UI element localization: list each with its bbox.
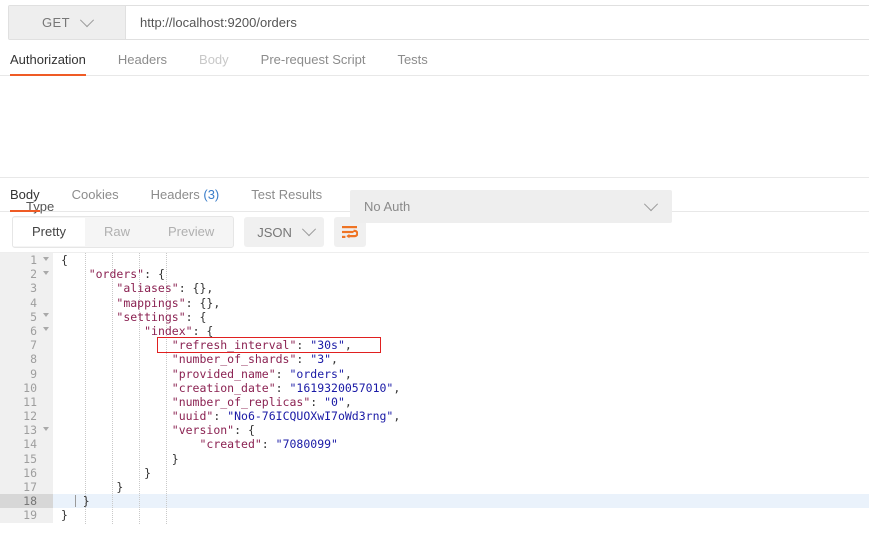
- code-lines: 1{2 "orders": {3 "aliases": {}, 4 "mappin…: [0, 253, 869, 523]
- code-line[interactable]: 10 "creation_date": "1619320057010",: [0, 380, 869, 395]
- line-number: 14: [0, 437, 53, 452]
- response-tab-cookies[interactable]: Cookies: [72, 187, 119, 211]
- line-number: 7: [0, 338, 53, 353]
- code-text: {: [61, 253, 68, 267]
- chevron-down-icon: [301, 222, 316, 237]
- view-mode-pretty[interactable]: Pretty: [13, 218, 85, 246]
- line-number: 19: [0, 508, 53, 523]
- auth-type-value: No Auth: [364, 199, 411, 214]
- tab-body[interactable]: Body: [199, 52, 229, 75]
- response-tab-body[interactable]: Body: [10, 187, 40, 212]
- code-text: "creation_date": "1619320057010",: [171, 380, 401, 395]
- code-line[interactable]: 11 "number_of_replicas": "0",: [0, 394, 869, 410]
- request-row: GET http://localhost:9200/orders: [8, 5, 869, 40]
- code-line[interactable]: 8 "number_of_shards": "3",: [0, 352, 869, 367]
- code-line[interactable]: 9 "provided_name": "orders",: [0, 366, 869, 381]
- code-text: "uuid": "No6-76ICQUOXwI7oWd3rng",: [171, 409, 401, 424]
- line-number: 8: [0, 352, 53, 367]
- http-method-label: GET: [42, 15, 70, 30]
- auth-type-dropdown[interactable]: No Auth: [350, 190, 672, 223]
- fold-triangle-icon[interactable]: [43, 313, 49, 318]
- line-number: 12: [0, 409, 53, 424]
- response-format-dropdown[interactable]: JSON: [244, 217, 324, 247]
- tab-authorization[interactable]: Authorization: [10, 52, 86, 76]
- response-body-code-editor[interactable]: 1{2 "orders": {3 "aliases": {}, 4 "mappin…: [0, 252, 869, 524]
- line-number: 6: [0, 323, 53, 339]
- request-bar: GET http://localhost:9200/orders: [0, 0, 869, 43]
- code-line[interactable]: 2 "orders": {: [0, 267, 869, 282]
- fold-triangle-icon[interactable]: [43, 256, 49, 261]
- code-text: }: [144, 465, 152, 480]
- line-number: 1: [0, 253, 53, 268]
- code-text: "provided_name": "orders",: [171, 366, 352, 381]
- response-tab-body-label: Body: [10, 187, 40, 202]
- code-text: "index": {: [144, 323, 214, 338]
- code-text: "settings": {: [116, 309, 207, 324]
- code-line[interactable]: 13 "version": {: [0, 423, 869, 438]
- code-line[interactable]: 18 }: [0, 494, 869, 509]
- code-line[interactable]: 1{: [0, 253, 869, 268]
- tab-tests[interactable]: Tests: [397, 52, 427, 75]
- code-line[interactable]: 5 "settings": {: [0, 309, 869, 324]
- view-mode-preview[interactable]: Preview: [149, 218, 233, 246]
- code-text: "number_of_shards": "3",: [171, 352, 338, 367]
- code-line[interactable]: 15 }: [0, 451, 869, 466]
- line-number: 3: [0, 281, 53, 296]
- view-mode-group: Pretty Raw Preview: [12, 216, 235, 248]
- fold-triangle-icon[interactable]: [43, 327, 49, 332]
- code-text: "aliases": {},: [116, 281, 214, 296]
- code-text: "orders": {: [88, 267, 165, 282]
- line-number: 10: [0, 380, 53, 395]
- response-headers-count-badge: (3): [203, 187, 220, 202]
- line-number: 2: [0, 267, 53, 282]
- tab-headers[interactable]: Headers: [118, 52, 167, 75]
- code-line[interactable]: 6 "index": {: [0, 323, 869, 339]
- code-line[interactable]: 17 }: [0, 480, 869, 495]
- code-text: "refresh_interval": "30s",: [171, 338, 352, 353]
- response-tab-headers-label: Headers: [150, 187, 200, 202]
- line-number: 11: [0, 394, 53, 410]
- line-number: 18: [0, 494, 53, 509]
- response-tab-cookies-label: Cookies: [71, 187, 119, 202]
- view-mode-raw[interactable]: Raw: [85, 218, 149, 246]
- fold-triangle-icon[interactable]: [43, 426, 49, 431]
- response-tab-test-results-label: Test Results: [251, 187, 323, 202]
- request-tabs: Authorization Headers Body Pre-request S…: [0, 43, 869, 76]
- code-line[interactable]: 19}: [0, 508, 869, 523]
- code-text: }: [53, 494, 869, 508]
- code-text: "version": {: [171, 423, 255, 438]
- code-text: }: [61, 508, 68, 523]
- fold-triangle-icon[interactable]: [43, 270, 49, 275]
- authorization-panel: Type No Auth: [0, 76, 869, 223]
- line-number: 9: [0, 366, 53, 381]
- response-tab-headers[interactable]: Headers (3): [151, 187, 220, 211]
- code-text: }: [171, 451, 179, 466]
- chevron-down-icon: [643, 196, 672, 212]
- code-line[interactable]: 3 "aliases": {},: [0, 281, 869, 296]
- line-number: 4: [0, 295, 53, 310]
- word-wrap-icon: [342, 226, 359, 239]
- line-number: 15: [0, 451, 53, 466]
- code-line[interactable]: 7 "refresh_interval": "30s",: [0, 338, 869, 353]
- response-tab-test-results[interactable]: Test Results: [251, 187, 322, 211]
- chevron-down-icon: [79, 12, 95, 27]
- url-input[interactable]: http://localhost:9200/orders: [126, 6, 869, 39]
- code-text: "created": "7080099": [199, 437, 338, 452]
- code-line[interactable]: 4 "mappings": {},: [0, 295, 869, 310]
- code-line[interactable]: 12 "uuid": "No6-76ICQUOXwI7oWd3rng",: [0, 409, 869, 424]
- tab-pre-request-script[interactable]: Pre-request Script: [261, 52, 366, 75]
- code-line[interactable]: 14 "created": "7080099": [0, 437, 869, 452]
- line-number: 13: [0, 423, 53, 438]
- http-method-dropdown[interactable]: GET: [9, 6, 126, 39]
- code-text: "mappings": {},: [116, 295, 221, 310]
- code-line[interactable]: 16 }: [0, 465, 869, 480]
- line-number: 17: [0, 480, 53, 495]
- code-text: }: [116, 480, 124, 494]
- response-format-label: JSON: [257, 224, 292, 240]
- line-number: 5: [0, 309, 53, 324]
- line-number: 16: [0, 465, 53, 480]
- code-text: "number_of_replicas": "0",: [171, 394, 352, 409]
